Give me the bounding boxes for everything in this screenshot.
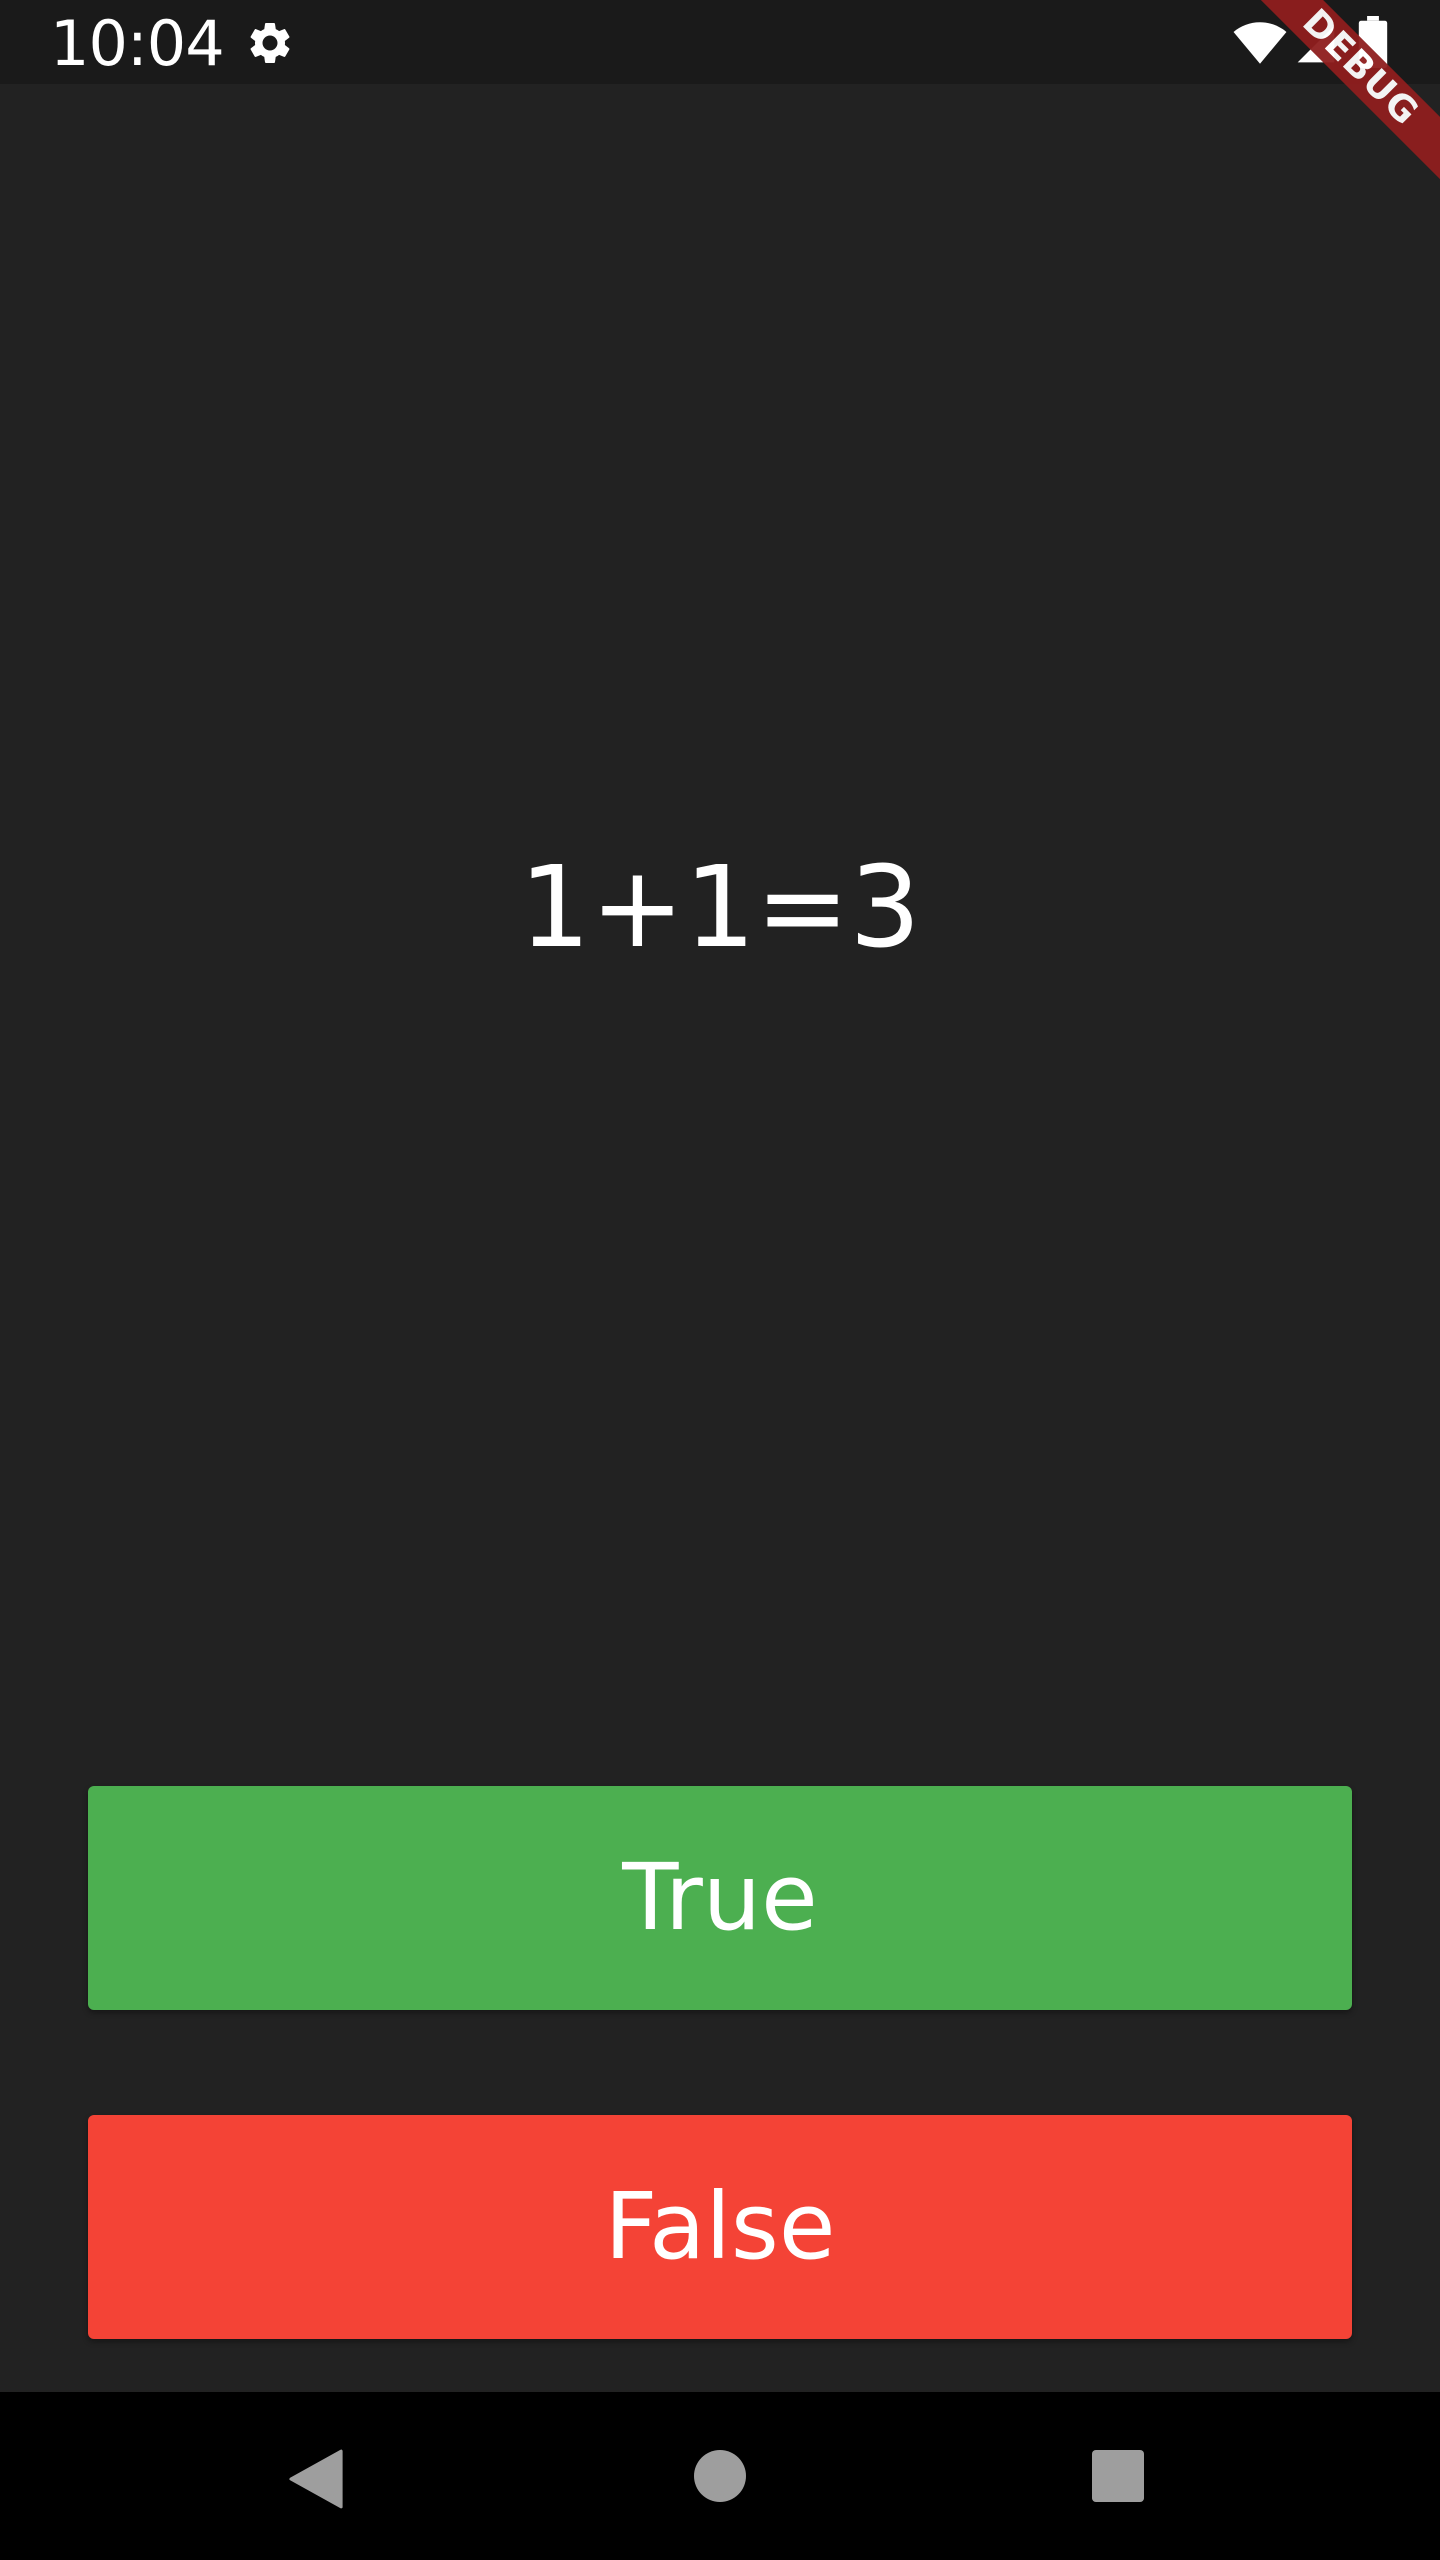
true-button[interactable]: True [88,1786,1352,2010]
recents-icon[interactable] [1092,2450,1144,2502]
home-icon[interactable] [694,2450,746,2502]
question-text: 1+1=3 [519,843,921,973]
app-screen: 10:04 DEBUG 1+1=3 True False [0,0,1440,2560]
wifi-icon [1233,22,1287,64]
navigation-bar [0,2392,1440,2560]
status-bar: 10:04 [0,0,1440,84]
false-button[interactable]: False [88,2115,1352,2339]
battery-icon [1358,16,1388,68]
cell-signal-icon [1297,25,1335,63]
status-time: 10:04 [50,7,225,80]
back-icon[interactable] [288,2448,344,2510]
gear-icon [250,22,290,63]
